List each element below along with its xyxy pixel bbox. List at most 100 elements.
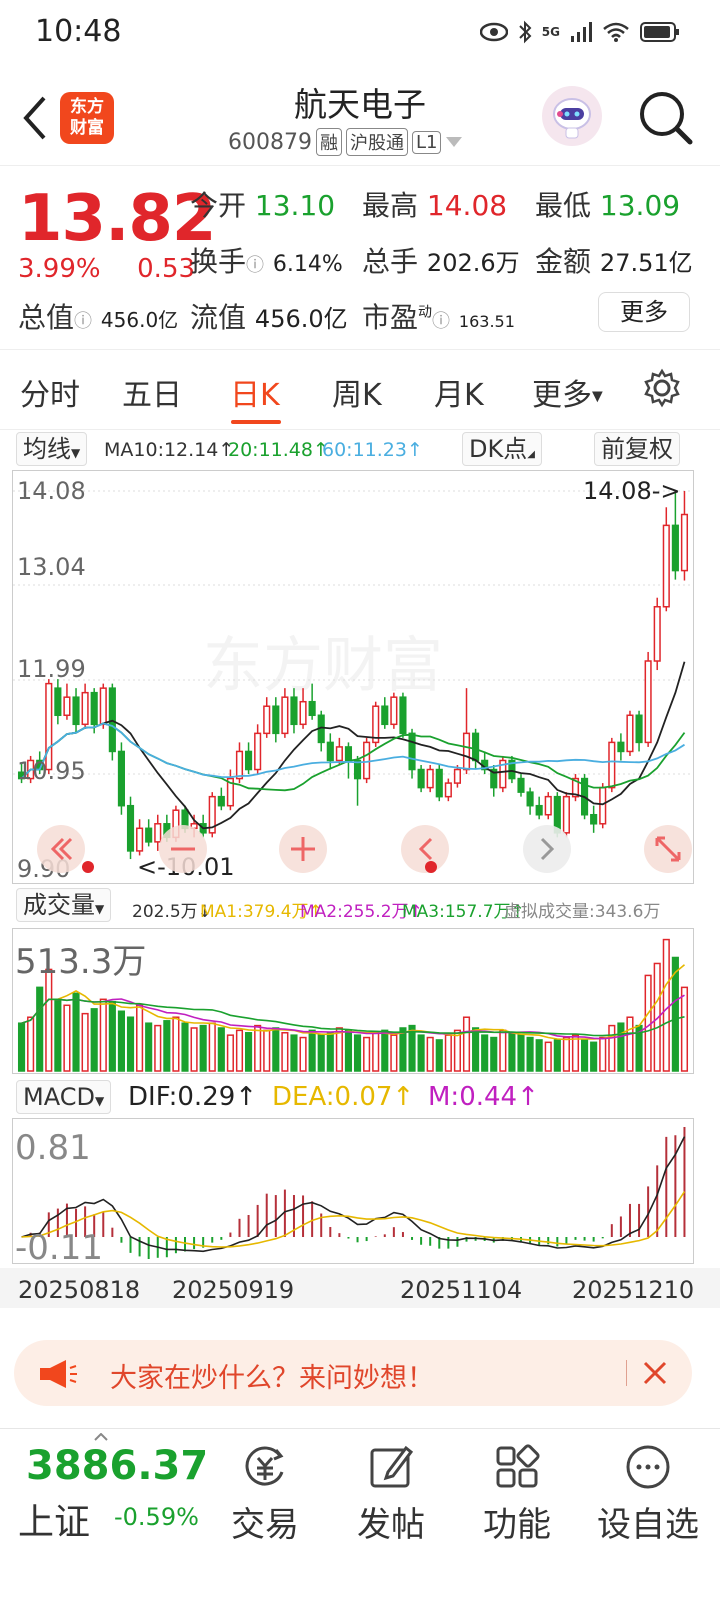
candle-body bbox=[462, 732, 471, 771]
volume-bar bbox=[571, 1034, 580, 1072]
tab-five-day[interactable]: 五日 bbox=[122, 370, 182, 414]
volume-bar bbox=[217, 1027, 225, 1072]
macd-chart[interactable]: 0.81 -0.11 bbox=[12, 1118, 694, 1268]
candle-body bbox=[54, 687, 62, 717]
volume-selector[interactable]: 成交量▼ bbox=[16, 888, 112, 922]
volume-bar bbox=[281, 1032, 289, 1072]
volume-bar bbox=[272, 1027, 280, 1072]
tab-monthly-k[interactable]: 月K bbox=[434, 370, 484, 414]
volume-bar bbox=[344, 1029, 353, 1072]
adjust-selector[interactable]: 前复权 bbox=[594, 432, 680, 466]
nav-trade[interactable]: 交易 bbox=[210, 1439, 320, 1546]
volume-bar bbox=[353, 1034, 362, 1072]
ma-selector-label: 均线 bbox=[23, 435, 71, 463]
prev-button[interactable] bbox=[401, 825, 449, 873]
nav-features[interactable]: 功能 bbox=[462, 1439, 572, 1546]
candle-body bbox=[653, 606, 661, 662]
index-name[interactable]: 上证 bbox=[18, 1493, 90, 1545]
volume-bar bbox=[435, 1039, 443, 1072]
volume-bar bbox=[363, 1036, 371, 1072]
macd-dif: DIF:0.29↑ bbox=[128, 1082, 258, 1112]
tag-connect: 沪股通 bbox=[345, 128, 408, 156]
volume-bar bbox=[235, 1029, 244, 1072]
info-icon[interactable]: ⓘ bbox=[246, 255, 264, 276]
volume-bar bbox=[581, 1039, 589, 1072]
volume-bar bbox=[190, 1027, 198, 1072]
amount-field: 金额 27.51亿 bbox=[535, 240, 693, 280]
next-button[interactable] bbox=[523, 825, 571, 873]
last-price: 13.82 bbox=[18, 182, 216, 256]
tab-intraday[interactable]: 分时 bbox=[20, 370, 80, 414]
open-label: 今开 bbox=[190, 189, 247, 222]
tab-daily-k[interactable]: 日K bbox=[230, 370, 280, 414]
kline-chart[interactable]: 东方财富 14.08 13.04 11.99 10.95 9.90 14.08-… bbox=[12, 470, 694, 884]
candle-body bbox=[408, 732, 416, 771]
tag-margin: 融 bbox=[315, 128, 342, 156]
caret-down-icon[interactable] bbox=[445, 136, 463, 148]
volume-header: 成交量▼ 202.5万↓ MA1:379.4万↑ MA2:255.2万↑ MA3… bbox=[0, 886, 720, 926]
stock-code-row: 600879 融 沪股通 L1 bbox=[228, 128, 463, 156]
signal-icon bbox=[571, 22, 592, 42]
volume-value: 202.6万 bbox=[426, 249, 520, 277]
grid-icon bbox=[496, 1444, 540, 1488]
volume-bar bbox=[208, 1022, 216, 1072]
date-label-4: 20251210 bbox=[572, 1276, 695, 1304]
nav-post-label: 发帖 bbox=[357, 1505, 425, 1545]
candle-body bbox=[535, 804, 543, 816]
zoom-out-button[interactable] bbox=[159, 825, 207, 873]
float-field: 流值 456.0亿 bbox=[190, 296, 348, 336]
more-button[interactable]: 更多 bbox=[598, 292, 690, 332]
dk-point-selector[interactable]: DK点◢ bbox=[462, 432, 542, 466]
ma-selector[interactable]: 均线▼ bbox=[16, 432, 88, 466]
candle-body bbox=[399, 696, 407, 735]
ma60-value: 60:11.23↑ bbox=[322, 439, 423, 461]
rewind-button[interactable] bbox=[37, 825, 94, 873]
eye-icon bbox=[479, 22, 508, 42]
trade-icon bbox=[245, 1446, 284, 1486]
corner-caret-icon: ◢ bbox=[527, 449, 535, 460]
macd-selector[interactable]: MACD▼ bbox=[16, 1080, 112, 1114]
candle-body bbox=[154, 823, 162, 843]
volume-chart[interactable]: 513.3万 bbox=[12, 928, 694, 1074]
volume-bar bbox=[126, 1016, 135, 1072]
date-label-2: 20250919 bbox=[172, 1276, 295, 1304]
candle-body bbox=[308, 700, 316, 717]
caret-up-icon bbox=[94, 1433, 108, 1441]
volume-bar bbox=[36, 986, 44, 1072]
edit-icon bbox=[370, 1445, 414, 1488]
assistant-robot-icon[interactable] bbox=[540, 84, 604, 148]
volume-field: 总手 202.6万 bbox=[362, 240, 520, 280]
volume-selector-label: 成交量 bbox=[23, 891, 95, 919]
tab-more[interactable]: 更多▼ bbox=[532, 370, 603, 414]
tab-weekly-k[interactable]: 周K bbox=[332, 370, 382, 414]
candle-body bbox=[599, 786, 607, 825]
fullscreen-button[interactable] bbox=[644, 825, 692, 873]
search-icon[interactable] bbox=[636, 88, 696, 148]
volume-bar bbox=[99, 998, 107, 1072]
candle-body bbox=[217, 795, 225, 807]
zoom-in-button[interactable] bbox=[279, 825, 327, 873]
volume-bar bbox=[263, 1029, 271, 1072]
turnover-value: 6.14% bbox=[272, 252, 343, 277]
candle-body bbox=[254, 732, 262, 771]
low-field: 最低 13.09 bbox=[535, 184, 680, 224]
volume-bar bbox=[426, 1036, 434, 1072]
nav-add-watchlist[interactable]: 设自选 bbox=[586, 1439, 710, 1546]
candle-body bbox=[517, 777, 525, 793]
banner-text: 大家在炒什么？来问妙想！ bbox=[110, 1363, 434, 1394]
high-label: 最高 bbox=[362, 189, 419, 222]
ask-banner[interactable]: 大家在炒什么？来问妙想！ bbox=[14, 1340, 692, 1406]
close-icon[interactable] bbox=[642, 1360, 668, 1386]
info-icon[interactable]: ⓘ bbox=[432, 311, 450, 332]
volume-bar bbox=[45, 968, 53, 1072]
caret-down-icon: ▼ bbox=[95, 902, 105, 916]
nav-post[interactable]: 发帖 bbox=[336, 1439, 446, 1546]
date-label-3: 20251104 bbox=[400, 1276, 523, 1304]
info-icon[interactable]: ⓘ bbox=[74, 311, 92, 332]
volume-bar bbox=[644, 974, 652, 1072]
candle-body bbox=[81, 691, 89, 726]
candle-body bbox=[444, 782, 452, 798]
index-value[interactable]: 3886.37 bbox=[26, 1443, 208, 1489]
candle-body bbox=[453, 768, 461, 784]
gear-icon[interactable] bbox=[642, 368, 682, 408]
